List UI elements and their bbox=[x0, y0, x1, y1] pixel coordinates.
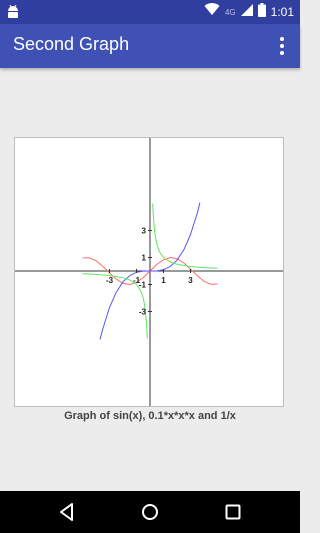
y-tick-label: -3 bbox=[139, 308, 147, 317]
graph-title: Graph of sin(x), 0.1*x*x*x and 1/x bbox=[64, 410, 236, 422]
series-line-3 bbox=[152, 203, 218, 269]
app-title: Second Graph bbox=[13, 34, 130, 54]
graph-canvas: -3 -1 1 331-1-3 bbox=[15, 138, 283, 406]
wifi-icon bbox=[204, 3, 220, 21]
notification-android-icon bbox=[6, 4, 20, 25]
signal-icon bbox=[240, 3, 253, 21]
status-bar: 4G 1:01 bbox=[0, 0, 300, 24]
y-tick-label: 1 bbox=[142, 254, 147, 263]
x-tick-label: -3 bbox=[106, 276, 114, 285]
y-tick-label: 3 bbox=[142, 227, 147, 236]
graph-view: -3 -1 1 3 3 1 -1 -3 bbox=[14, 137, 284, 407]
x-tick-label: 3 bbox=[188, 276, 193, 285]
back-icon[interactable] bbox=[56, 501, 78, 523]
app-bar: Second Graph bbox=[0, 24, 300, 68]
battery-icon bbox=[257, 2, 266, 22]
status-time: 1:01 bbox=[270, 5, 294, 19]
x-tick-label: 1 bbox=[161, 276, 166, 285]
overflow-menu-icon[interactable] bbox=[270, 33, 294, 59]
home-icon[interactable] bbox=[139, 501, 161, 523]
network-type-label: 4G bbox=[224, 7, 236, 17]
y-tick-label: -1 bbox=[139, 281, 147, 290]
recents-icon[interactable] bbox=[222, 501, 244, 523]
navigation-bar bbox=[0, 491, 300, 533]
